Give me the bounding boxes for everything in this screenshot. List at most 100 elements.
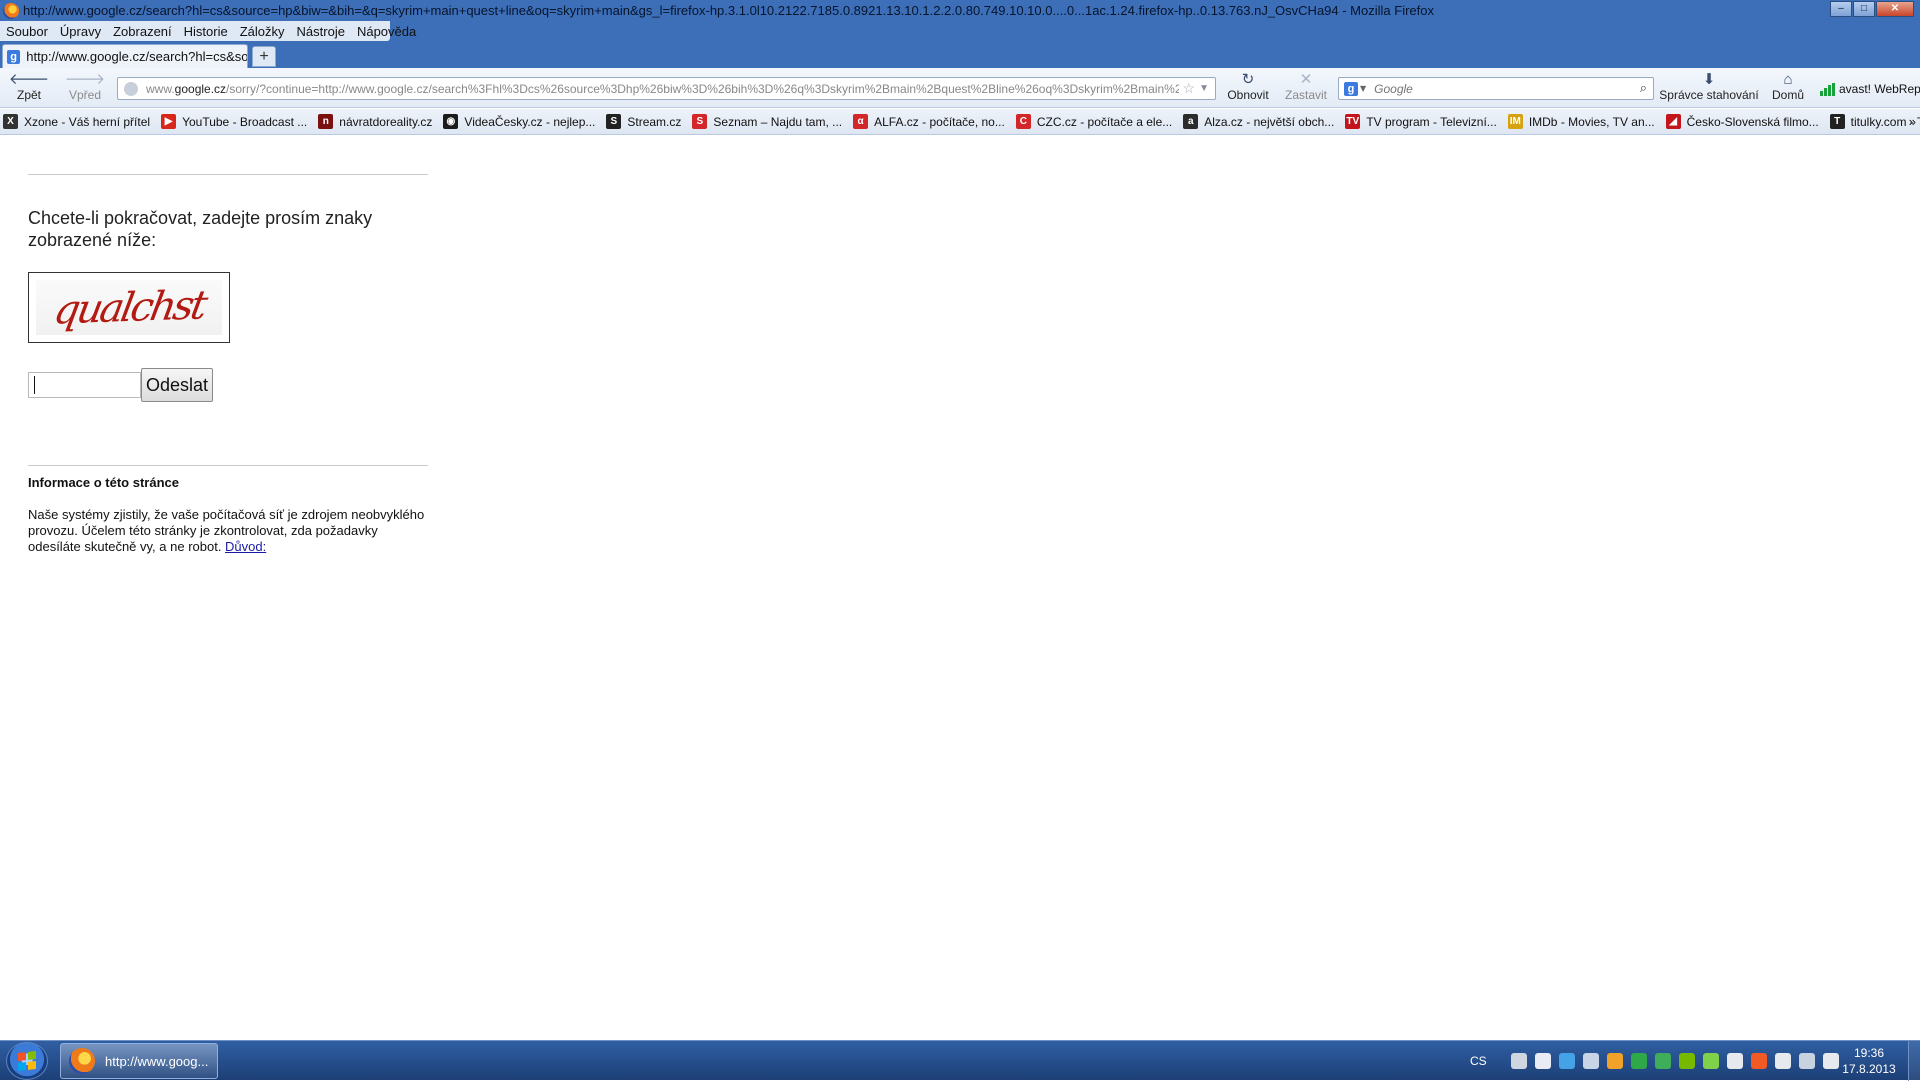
tab-title: http://www.google.cz/search?hl=cs&so... [26,49,247,64]
reason-link[interactable]: Důvod: [225,539,266,554]
bookmark-label: IMDb - Movies, TV an... [1528,114,1655,129]
captcha-input[interactable] [28,372,141,398]
menu-item-1[interactable]: Úpravy [60,24,101,39]
green-app-tray-icon[interactable] [1630,1053,1647,1069]
info-body: Naše systémy zjistily, že vaše počítačov… [28,507,428,555]
clock[interactable]: 19:36 17.8.2013 [1840,1045,1898,1077]
keyboard-tray-icon[interactable] [1534,1053,1551,1069]
url-bar[interactable]: www.google.cz/sorry/?continue=http://www… [117,77,1216,100]
language-indicator[interactable]: CS [1470,1054,1487,1068]
bookmark-item[interactable]: ◉ VideaČesky.cz - nejlep... [443,114,595,129]
reload-icon: ↻ [1241,71,1255,88]
bookmark-item[interactable]: TV TV program - Televizní... [1345,114,1497,129]
bookmarks-overflow-button[interactable]: » [1909,114,1916,129]
bookmark-favicon-icon: C [1015,114,1031,129]
window-title-bar: http://www.google.cz/search?hl=cs&source… [0,0,1920,21]
text-caret [34,376,35,394]
bookmark-item[interactable]: a Alza.cz - největší obch... [1183,114,1334,129]
taskbar-firefox-button[interactable]: http://www.goog... [60,1043,218,1079]
stop-label: Zastavit [1284,88,1327,102]
show-desktop-button[interactable] [1908,1041,1920,1081]
avast-tray-icon[interactable] [1750,1053,1767,1069]
url-text: www.google.cz/sorry/?continue=http://www… [146,82,1179,96]
window-title: http://www.google.cz/search?hl=cs&source… [23,3,1434,18]
bookmark-label: Alza.cz - největší obch... [1204,114,1335,129]
avast-webrep-button[interactable]: avast! WebRep [1820,82,1920,96]
downloads-button[interactable]: ⬇ Správce stahování [1657,71,1761,102]
bookmark-item[interactable]: α ALFA.cz - počítače, no... [853,114,1005,129]
orange-app-tray-icon[interactable] [1606,1053,1623,1069]
menu-item-6[interactable]: Nápověda [357,24,416,39]
back-label: Zpět [16,88,41,102]
chat-tray-icon[interactable] [1702,1053,1719,1069]
search-engine-icon[interactable]: g [1344,81,1358,96]
top-divider [28,174,428,175]
bookmark-label: návratdoreality.cz [339,114,433,129]
bookmark-favicon-icon: T [1829,114,1845,129]
menu-bar: Soubor Úpravy Zobrazení Historie Záložky Nást… [0,21,1920,43]
forward-button[interactable]: 🡒 Vpřed [60,71,110,102]
captcha-image: qualchst [28,272,230,343]
device-tray-icon[interactable] [1654,1053,1671,1069]
url-host: google.cz [174,81,227,96]
submit-button[interactable]: Odeslat [141,368,213,402]
bookmark-favicon-icon: ▶ [161,114,177,129]
flag-tray-icon[interactable] [1774,1053,1791,1069]
bookmark-label: VideaČesky.cz - nejlep... [464,114,596,129]
search-input[interactable] [1374,81,1640,96]
bookmarks-toolbar: X Xzone - Váš herní přítel ▶ YouTube - Broa… [0,109,1920,135]
tab-active[interactable]: g http://www.google.cz/search?hl=cs&so..… [2,44,248,68]
captcha-background: qualchst [36,280,222,335]
search-magnifier-icon[interactable]: ⌕ [1640,81,1647,96]
bookmark-item[interactable]: C CZC.cz - počítače a ele... [1015,114,1172,129]
start-button[interactable] [6,1042,48,1080]
volume-tray-icon[interactable] [1822,1053,1839,1069]
bookmark-item[interactable]: IM IMDb - Movies, TV an... [1507,114,1655,129]
bookmark-item[interactable]: n návratdoreality.cz [318,114,432,129]
bookmark-item[interactable]: S Stream.cz [606,114,681,129]
bookmark-favicon-icon: X [3,114,18,129]
bookmark-star-icon[interactable]: ☆ [1183,80,1196,97]
minimize-button[interactable]: – [1830,1,1852,17]
reload-label: Obnovit [1227,88,1269,102]
bookmark-item[interactable]: S Seznam – Najdu tam, ... [692,114,842,129]
bookmark-favicon-icon: ◉ [443,114,459,129]
bookmark-item[interactable]: X Xzone - Váš herní přítel [3,114,150,129]
menu-item-4[interactable]: Záložky [240,24,285,39]
avast-rating-icon [1820,82,1835,96]
menu-item-3[interactable]: Historie [184,24,228,39]
stop-icon: ✕ [1299,71,1313,88]
search-bar[interactable]: g ▼ ⌕ [1338,77,1654,100]
download-arrow-icon: ⬇ [1702,71,1716,88]
menu-item-2[interactable]: Zobrazení [113,24,172,39]
url-path: /sorry/?continue=http://www.google.cz/se… [226,81,1179,96]
back-button[interactable]: 🡐 Zpět [4,71,54,102]
close-button[interactable]: ✕ [1876,1,1914,17]
system-tray: CS [1470,1041,1839,1081]
screen-tray-icon[interactable] [1798,1053,1815,1069]
menu-item-5[interactable]: Nástroje [297,24,345,39]
bookmark-item[interactable]: Ttitulky.com - Titulky k ... [1829,114,1920,129]
steam-tray-icon[interactable] [1726,1053,1743,1069]
bookmark-item[interactable]: ◢ Česko-Slovenská filmo... [1665,114,1819,129]
monitor-tray-icon[interactable] [1558,1053,1575,1069]
maximize-button[interactable]: □ [1853,1,1875,17]
menu-item-0[interactable]: Soubor [6,24,48,39]
downloads-label: Správce stahování [1659,88,1759,102]
network-tray-icon[interactable] [1510,1053,1527,1069]
menu-items: Soubor Úpravy Zobrazení Historie Záložky Nást… [0,21,416,41]
new-tab-button[interactable]: + [252,46,276,67]
bookmark-label: Stream.cz [627,114,682,129]
nvidia-tray-icon[interactable] [1678,1053,1695,1069]
bookmark-favicon-icon: IM [1507,114,1523,129]
page-content: Chcete-li pokračovat, zadejte prosím zna… [0,136,1920,1040]
url-host-prefix: www. [146,81,175,96]
bookmark-item[interactable]: ▶ YouTube - Broadcast ... [161,114,307,129]
people-tray-icon[interactable] [1582,1053,1599,1069]
url-dropdown-icon[interactable]: ▼ [1199,83,1209,94]
engine-dropdown-icon[interactable]: ▼ [1360,84,1366,93]
reload-button[interactable]: ↻ Obnovit [1223,71,1273,102]
stop-button[interactable]: ✕ Zastavit [1281,71,1331,102]
forward-label: Vpřed [68,88,102,102]
home-button[interactable]: ⌂ Domů [1763,71,1813,102]
